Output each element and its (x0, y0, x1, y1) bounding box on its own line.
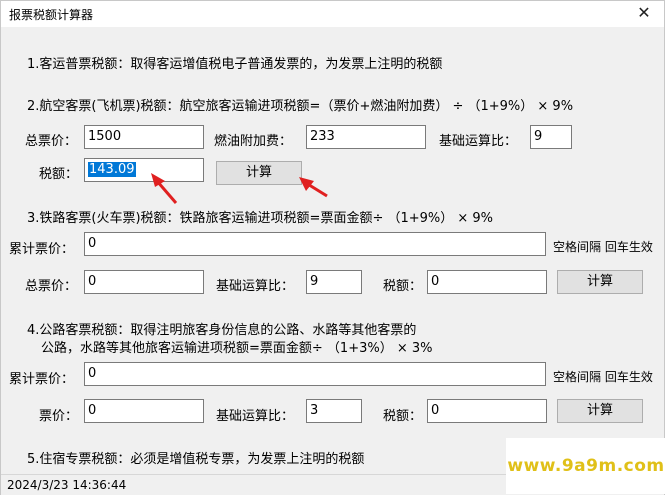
rail-accum-input[interactable]: 0 (84, 232, 546, 256)
section-4-desc-line2: 公路，水路等其他旅客运输进项税额=票面金额÷ （1+3%） × 3% (41, 341, 433, 356)
air-tax-label: 税额： (39, 167, 79, 182)
air-fuel-label: 燃油附加费： (214, 134, 293, 149)
rail-total-input[interactable]: 0 (84, 270, 204, 294)
rail-total-label: 总票价： (25, 279, 78, 294)
road-hint: 空格间隔 回车生效 (553, 370, 653, 384)
road-tax-label: 税额： (383, 409, 423, 424)
road-accum-label: 累计票价： (9, 372, 75, 387)
watermark-text: www.9a9m.com (507, 456, 665, 476)
status-datetime: 2024/3/23 14:36:44 (7, 478, 127, 492)
section-5-desc: 5.住宿专票税额：必须是增值税专票，为发票上注明的税额 (27, 452, 365, 467)
rail-base-input[interactable]: 9 (306, 270, 362, 294)
road-tax-input[interactable]: 0 (427, 399, 547, 423)
road-total-input[interactable]: 0 (84, 399, 204, 423)
road-calc-button[interactable]: 计算 (557, 399, 643, 423)
air-base-input[interactable]: 9 (530, 125, 572, 149)
app-window: 报票税额计算器 ✕ 1.客运普票税额：取得客运增值税电子普通发票的，为发票上注明… (0, 0, 665, 495)
close-icon[interactable]: ✕ (630, 2, 658, 24)
air-calc-button[interactable]: 计算 (216, 161, 302, 185)
road-accum-input[interactable]: 0 (84, 362, 546, 386)
section-1-desc: 1.客运普票税额：取得客运增值税电子普通发票的，为发票上注明的税额 (27, 57, 443, 72)
air-tax-input[interactable]: 143.09 (84, 158, 204, 182)
road-total-label: 票价： (39, 409, 79, 424)
rail-tax-input[interactable]: 0 (427, 270, 547, 294)
section-4-desc-line1: 4.公路客票税额：取得注明旅客身份信息的公路、水路等其他客票的 (27, 323, 417, 338)
watermark: www.9a9m.com (506, 438, 665, 494)
arrow-to-calc-icon (299, 177, 328, 198)
rail-calc-button[interactable]: 计算 (557, 270, 643, 294)
rail-accum-label: 累计票价： (9, 242, 75, 257)
air-total-input[interactable]: 1500 (84, 125, 204, 149)
road-base-label: 基础运算比： (216, 409, 295, 424)
rail-tax-label: 税额： (383, 279, 423, 294)
air-total-label: 总票价： (25, 134, 78, 149)
air-fuel-input[interactable]: 233 (306, 125, 426, 149)
title-bar: 报票税额计算器 ✕ (1, 1, 664, 27)
section-3-desc: 3.铁路客票(火车票)税额：铁路旅客运输进项税额=票面金额÷ （1+9%） × … (27, 211, 494, 226)
window-title: 报票税额计算器 (9, 8, 94, 22)
rail-base-label: 基础运算比： (216, 279, 295, 294)
road-base-input[interactable]: 3 (306, 399, 362, 423)
rail-hint: 空格间隔 回车生效 (553, 240, 653, 254)
section-2-desc: 2.航空客票(飞机票)税额：航空旅客运输进项税额=（票价+燃油附加费） ÷ （1… (27, 99, 574, 114)
air-tax-value: 143.09 (88, 162, 136, 177)
air-base-label: 基础运算比： (439, 134, 518, 149)
